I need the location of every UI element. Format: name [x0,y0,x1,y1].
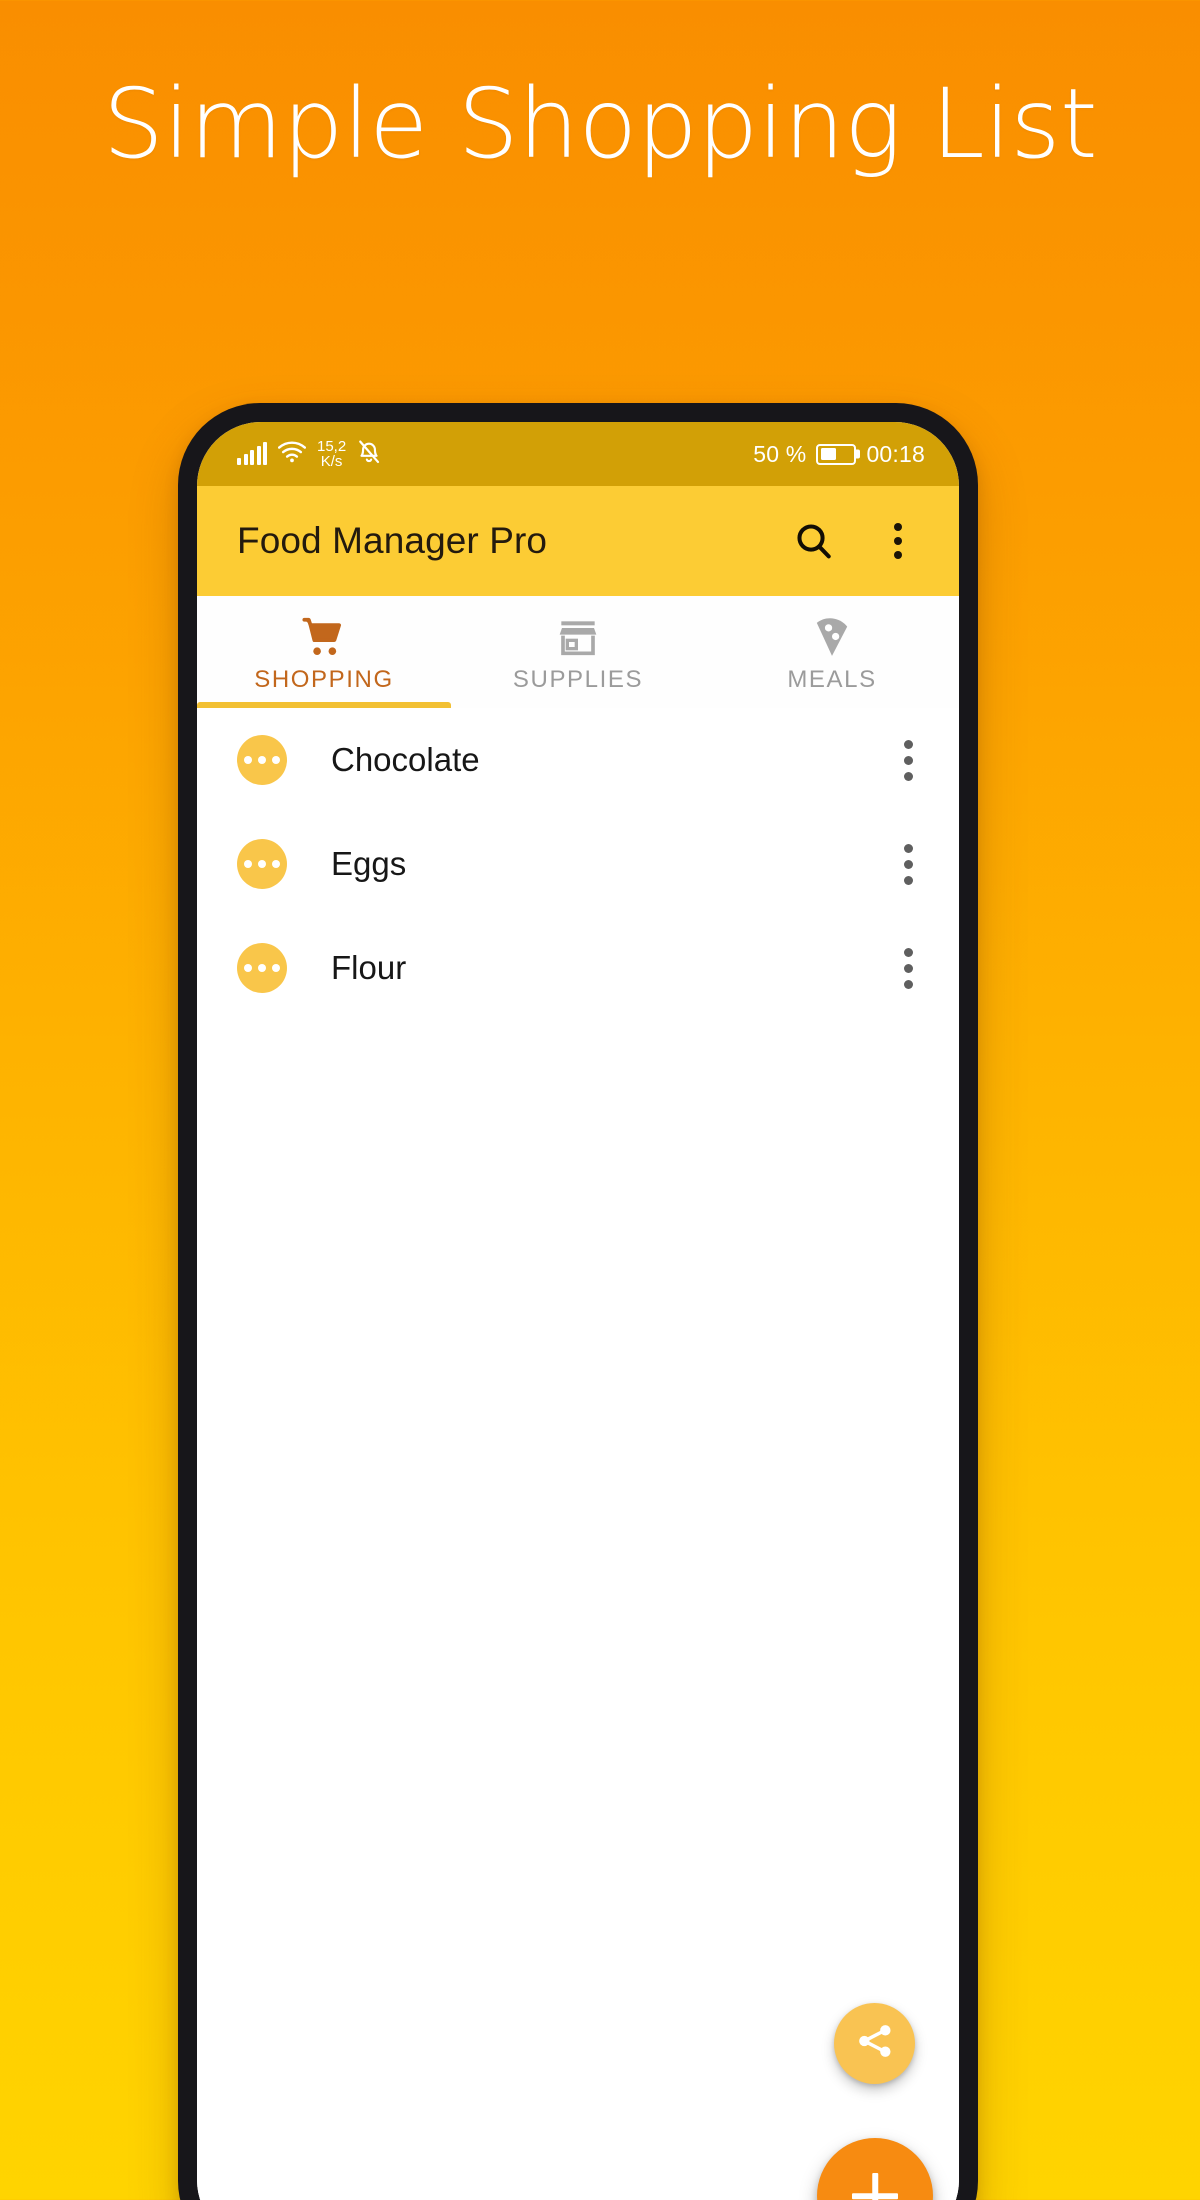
list-item-label: Flour [331,949,407,986]
network-speed-indicator: 15,2 K/s [317,439,346,469]
list-item-label: Chocolate [331,741,480,778]
tab-meals-label: MEALS [787,665,877,693]
share-fab-button[interactable] [834,2003,915,2084]
list-item-overflow-menu-icon[interactable] [892,834,925,895]
network-speed-value: 15,2 [317,438,347,455]
status-bar-right: 50 % 00:18 [753,441,925,468]
tab-shopping[interactable]: SHOPPING [197,596,451,708]
ellipsis-icon [237,839,287,889]
plus-icon [852,2173,898,2200]
app-bar: Food Manager Pro [197,486,959,596]
tab-supplies[interactable]: SUPPLIES [451,596,705,708]
app-title: Food Manager Pro [237,520,548,561]
add-item-fab-button[interactable] [817,2138,933,2200]
network-speed-unit: K/s [320,453,343,470]
signal-bars-icon [237,442,267,465]
tab-bar: SHOPPING SUPPLIES MEALS [197,596,959,708]
list-item-label: Eggs [331,845,407,882]
tab-meals[interactable]: MEALS [705,596,959,708]
ellipsis-icon [237,943,287,993]
list-item-overflow-menu-icon[interactable] [892,730,925,791]
list-item[interactable]: Chocolate [197,708,959,812]
phone-screen: 15,2 K/s 50 % 00:18 Food Manager Pro SHO… [197,422,959,2200]
tab-supplies-label: SUPPLIES [512,665,644,693]
page-title: Simple Shopping List [102,68,1098,180]
search-icon[interactable] [787,514,841,568]
list-item[interactable]: Flour [197,916,959,1020]
store-icon [558,615,598,657]
phone-mockup-frame: 15,2 K/s 50 % 00:18 Food Manager Pro SHO… [178,403,978,2200]
tab-shopping-label: SHOPPING [254,665,394,693]
battery-icon [816,443,857,465]
pizza-slice-icon [813,615,851,657]
app-bar-actions [787,514,925,568]
overflow-menu-icon[interactable] [871,514,925,568]
bell-muted-icon [357,439,381,470]
status-bar: 15,2 K/s 50 % 00:18 [197,422,959,486]
list-item[interactable]: Eggs [197,812,959,916]
shopping-list: Chocolate Eggs Flour [197,708,959,2200]
list-item-overflow-menu-icon[interactable] [892,938,925,999]
status-bar-clock: 00:18 [866,440,925,467]
status-bar-left: 15,2 K/s [237,439,381,470]
share-icon [855,2021,895,2066]
battery-percent-label: 50 % [753,440,807,467]
wifi-icon [277,440,307,468]
shopping-cart-icon [302,615,346,657]
ellipsis-icon [237,735,287,785]
